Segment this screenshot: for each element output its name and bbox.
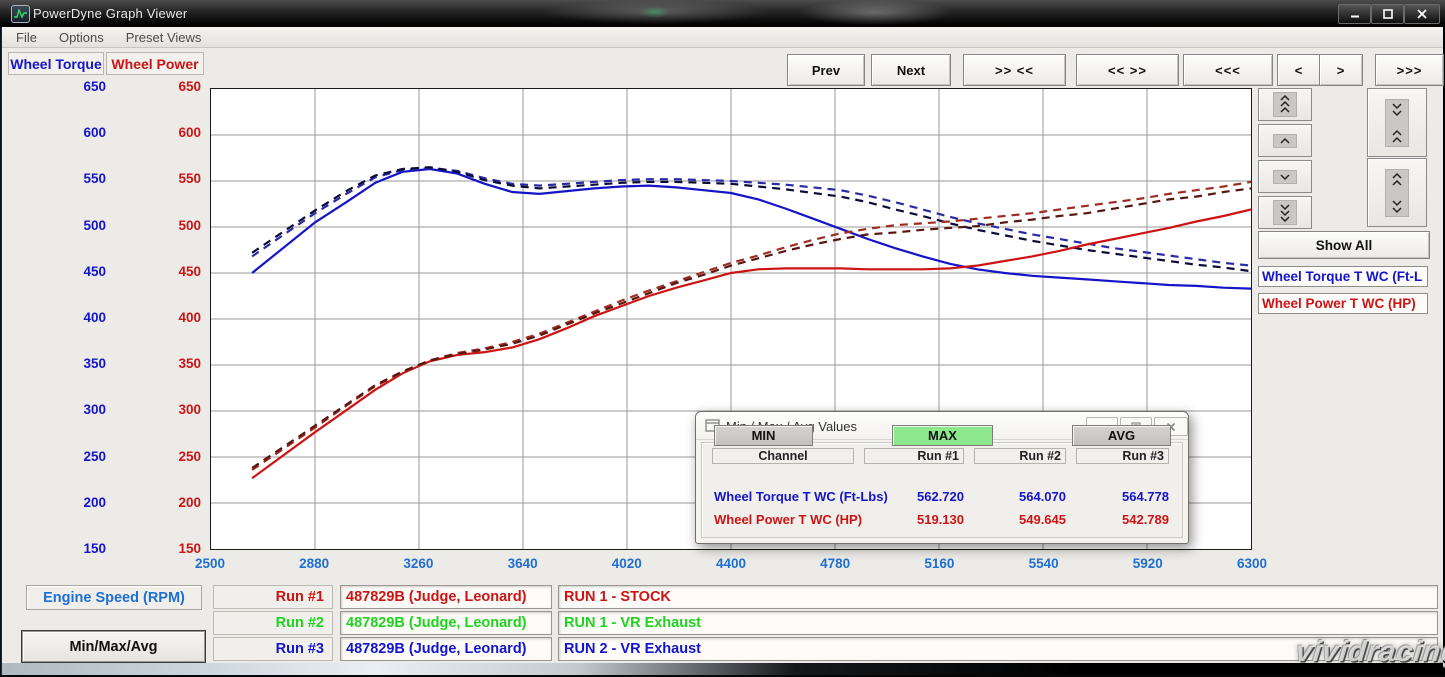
run1-number-label: Run #1 <box>213 585 333 609</box>
avg-label: AVG <box>1108 428 1135 443</box>
scroll-up-fast-button[interactable] <box>1258 88 1312 121</box>
pan-right-button[interactable]: > <box>1319 54 1363 86</box>
channel-torque-button[interactable]: Wheel Torque <box>8 52 104 75</box>
show-all-label: Show All <box>1316 238 1373 253</box>
pan-far-right-button[interactable]: >>> <box>1375 54 1444 86</box>
power-max-run2: 549.645 <box>974 512 1066 527</box>
zoom-in-x-button[interactable]: >> << <box>963 54 1066 86</box>
power-max-run3: 542.789 <box>1076 512 1169 527</box>
chevrons-outward-icon <box>1385 169 1409 217</box>
show-all-button[interactable]: Show All <box>1258 231 1430 259</box>
zoom-out-x-button[interactable]: << >> <box>1076 54 1179 86</box>
run2-description-field[interactable]: RUN 1 - VR Exhaust <box>558 611 1438 635</box>
channel-power-button[interactable]: Wheel Power <box>106 52 204 75</box>
torque-max-run1: 562.720 <box>864 489 964 504</box>
run2-number-label: Run #2 <box>213 611 333 635</box>
next-button[interactable]: Next <box>871 54 951 86</box>
zoom-in-x-label: >> << <box>995 63 1034 78</box>
scroll-down-fast-button[interactable] <box>1258 196 1312 229</box>
run3-name-field[interactable]: 487829B (Judge, Leonard) <box>340 637 552 661</box>
dialog-min-button[interactable]: MIN <box>714 425 813 446</box>
chevron-down-icon <box>1273 170 1297 184</box>
pan-right-label: > <box>1337 63 1346 78</box>
title-bar <box>0 0 1445 27</box>
column-header-channel: Channel <box>712 448 854 464</box>
app-window: PowerDyne Graph Viewer File Options Pres… <box>0 0 1445 677</box>
run2-name-field[interactable]: 487829B (Judge, Leonard) <box>340 611 552 635</box>
column-header-run3: Run #3 <box>1076 448 1169 464</box>
min-max-avg-button-label: Min/Max/Avg <box>69 639 157 655</box>
dialog-max-button[interactable]: MAX <box>892 425 993 446</box>
minimize-button[interactable] <box>1338 4 1371 24</box>
prev-button[interactable]: Prev <box>787 54 865 86</box>
min-label: MIN <box>752 428 776 443</box>
power-max-run1: 519.130 <box>864 512 964 527</box>
dialog-avg-button[interactable]: AVG <box>1072 425 1171 446</box>
triple-chevron-up-icon <box>1273 92 1297 117</box>
run1-description: RUN 1 - STOCK <box>564 589 671 605</box>
x-axis-channel-label: Engine Speed (RPM) <box>43 590 185 606</box>
legend-torque-label: Wheel Torque T WC (Ft-L <box>1262 269 1422 284</box>
minimize-icon <box>1349 8 1361 20</box>
pan-far-left-button[interactable]: <<< <box>1183 54 1273 86</box>
run1-name-field[interactable]: 487829B (Judge, Leonard) <box>340 585 552 609</box>
run1-description-field[interactable]: RUN 1 - STOCK <box>558 585 1438 609</box>
torque-max-run3: 564.778 <box>1076 489 1169 504</box>
run3-description: RUN 2 - VR Exhaust <box>564 641 701 657</box>
zoom-out-x-label: << >> <box>1108 63 1147 78</box>
column-header-run2: Run #2 <box>974 448 1066 464</box>
scroll-down-button[interactable] <box>1258 160 1312 193</box>
close-icon <box>1416 8 1428 20</box>
pan-far-left-label: <<< <box>1215 63 1241 78</box>
triple-chevron-down-icon <box>1273 200 1297 225</box>
scroll-up-button[interactable] <box>1258 124 1312 157</box>
legend-power-label: Wheel Power T WC (HP) <box>1262 296 1416 311</box>
chevrons-inward-icon <box>1385 99 1409 147</box>
next-label: Next <box>897 63 925 78</box>
menu-preset-views[interactable]: Preset Views <box>126 30 202 45</box>
window-left-edge <box>0 27 2 675</box>
maximize-icon <box>1382 8 1394 20</box>
app-icon <box>11 5 30 23</box>
prev-label: Prev <box>812 63 840 78</box>
min-max-avg-button[interactable]: Min/Max/Avg <box>21 630 206 663</box>
menu-options[interactable]: Options <box>59 30 104 45</box>
channel-torque-label: Wheel Torque <box>10 56 102 72</box>
table-channel-torque: Wheel Torque T WC (Ft-Lbs) <box>714 489 888 504</box>
y-scale-expand-button[interactable] <box>1367 158 1427 227</box>
torque-max-run2: 564.070 <box>974 489 1066 504</box>
menu-bar: File Options Preset Views <box>2 27 1443 48</box>
window-title: PowerDyne Graph Viewer <box>33 6 187 21</box>
x-axis-channel-box[interactable]: Engine Speed (RPM) <box>26 585 202 610</box>
table-channel-power: Wheel Power T WC (HP) <box>714 512 862 527</box>
channel-power-label: Wheel Power <box>111 56 198 72</box>
pan-far-right-label: >>> <box>1397 63 1423 78</box>
max-label: MAX <box>928 428 957 443</box>
window-bottom-edge <box>2 663 1443 675</box>
run2-name: 487829B (Judge, Leonard) <box>346 615 527 631</box>
legend-torque[interactable]: Wheel Torque T WC (Ft-L <box>1258 266 1428 287</box>
maximize-button[interactable] <box>1371 4 1404 24</box>
min-max-avg-dialog: Min / Max / Avg Values MIN MAX AVG Chann… <box>695 411 1189 544</box>
legend-power[interactable]: Wheel Power T WC (HP) <box>1258 293 1428 314</box>
column-header-run1: Run #1 <box>864 448 964 464</box>
run3-number-label: Run #3 <box>213 637 333 661</box>
pan-left-button[interactable]: < <box>1277 54 1321 86</box>
close-button[interactable] <box>1404 4 1440 24</box>
curve-wheel-torque-t-wc-ft-lbs-run-2 <box>252 168 1251 266</box>
run2-description: RUN 1 - VR Exhaust <box>564 615 701 631</box>
pan-left-label: < <box>1295 63 1304 78</box>
menu-file[interactable]: File <box>16 30 37 45</box>
run1-name: 487829B (Judge, Leonard) <box>346 589 527 605</box>
run3-name: 487829B (Judge, Leonard) <box>346 641 527 657</box>
chevron-up-icon <box>1273 134 1297 148</box>
y-scale-compress-button[interactable] <box>1367 88 1427 157</box>
waveform-icon <box>14 9 27 19</box>
